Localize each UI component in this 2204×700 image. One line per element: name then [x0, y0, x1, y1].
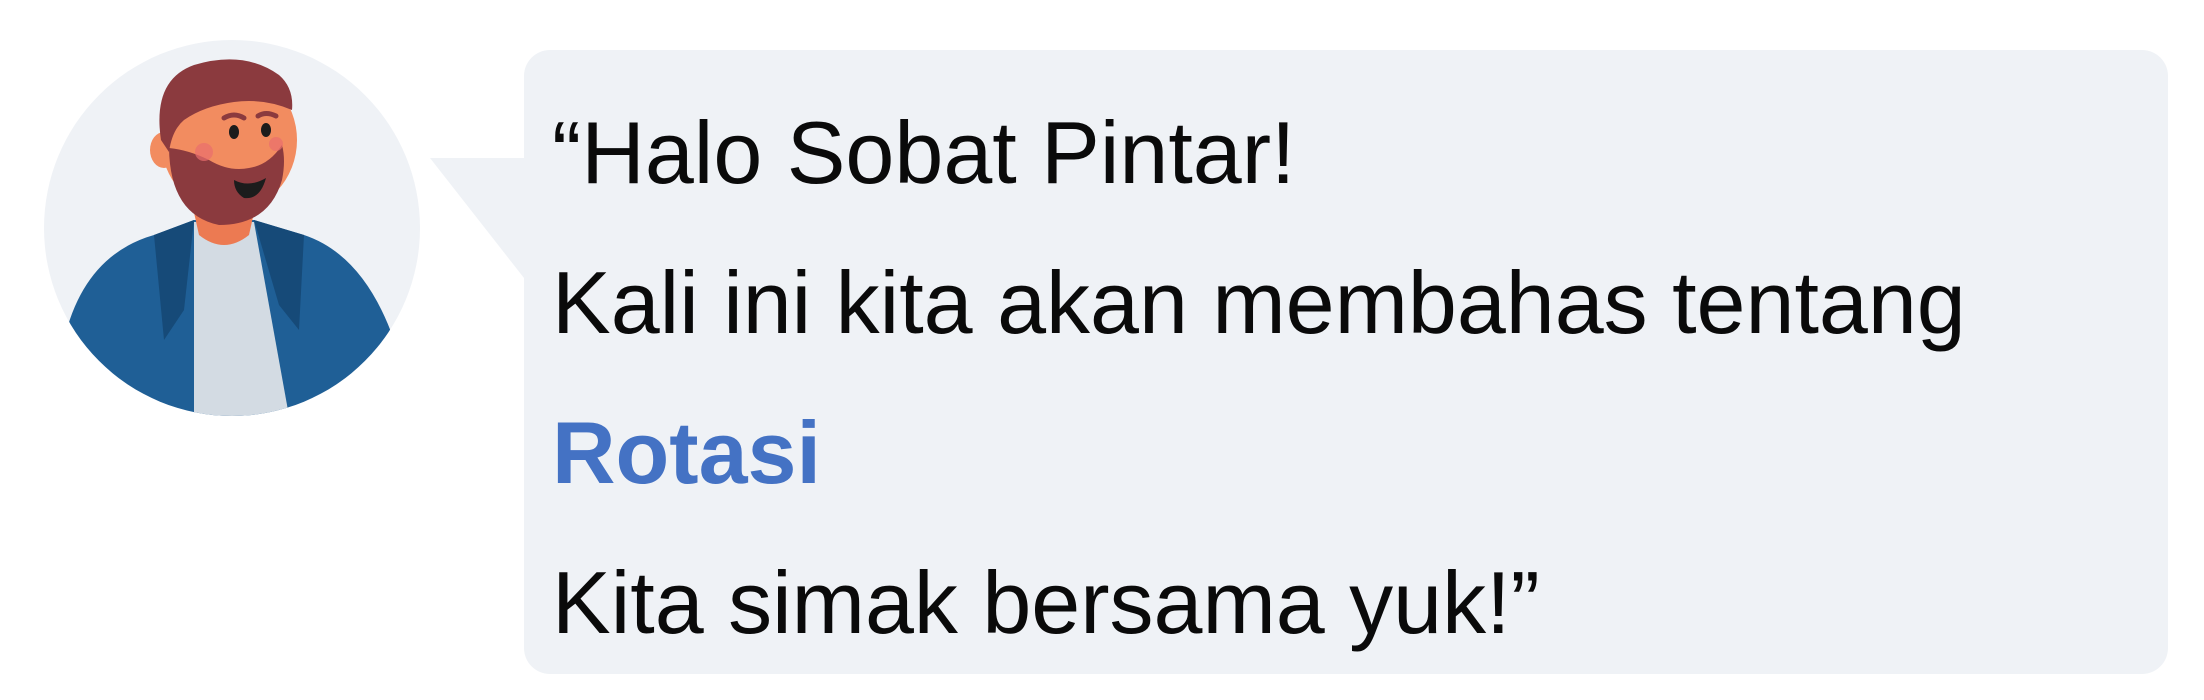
greeting-text: “Halo Sobat Pintar! — [552, 103, 1296, 202]
closing-text: Kita simak bersama yuk!” — [552, 553, 1540, 652]
speech-bubble-text: “Halo Sobat Pintar! Kali ini kita akan m… — [552, 78, 2152, 678]
bearded-man-avatar-icon — [44, 40, 420, 416]
intro-text: Kali ini kita akan membahas tentang — [552, 253, 1966, 352]
avatar — [44, 40, 420, 416]
topic-title: Rotasi — [552, 403, 821, 502]
